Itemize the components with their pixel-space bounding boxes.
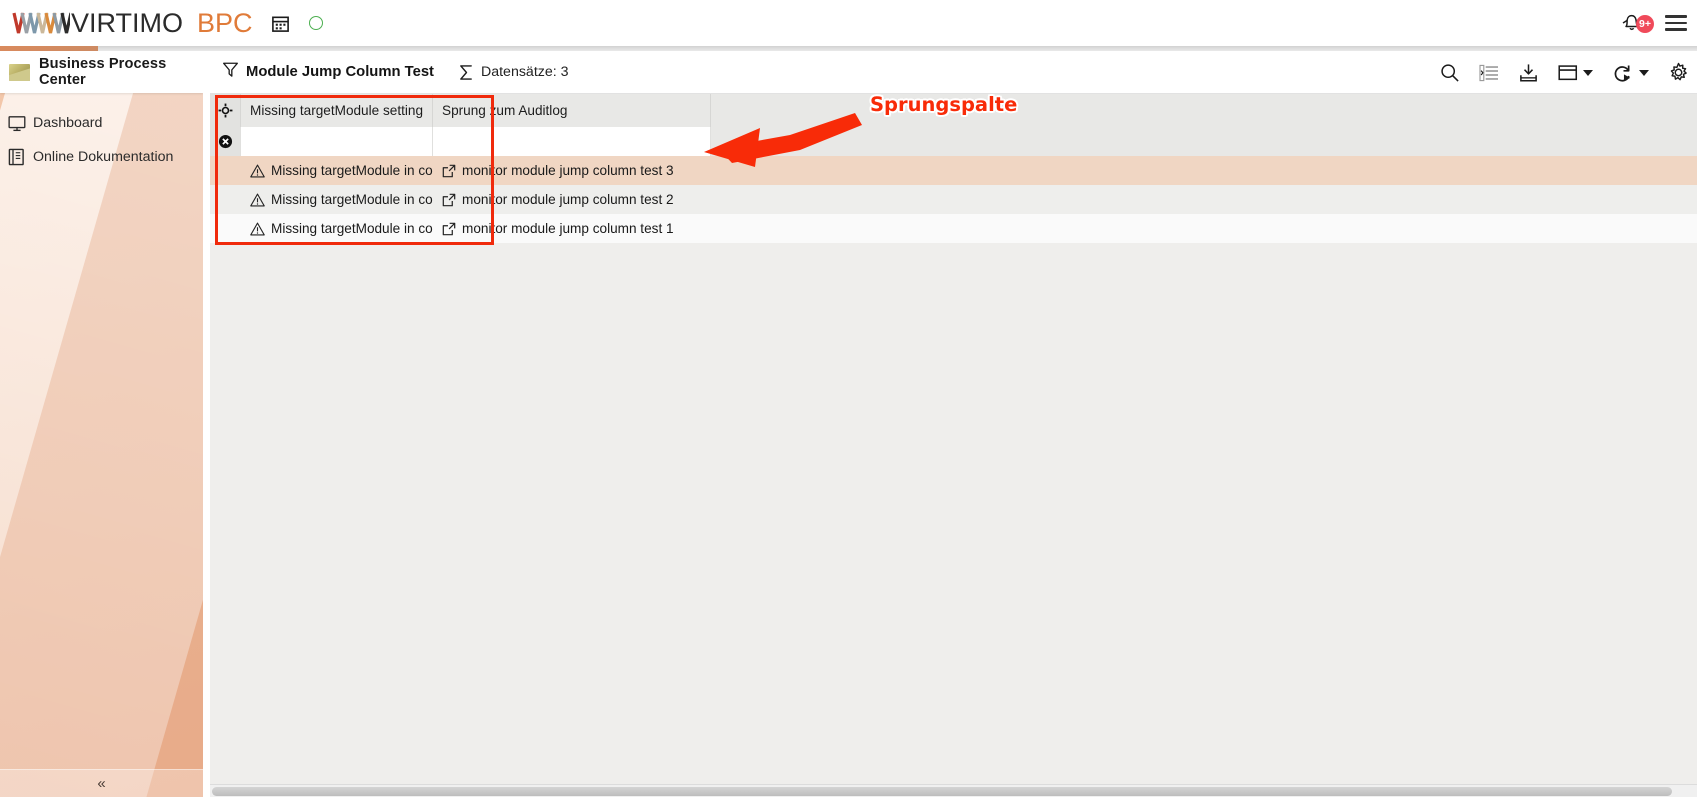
scrollbar-thumb[interactable] bbox=[212, 787, 1672, 796]
data-table: Missing targetModule setting Sprung zum … bbox=[210, 94, 1697, 243]
table-row[interactable]: Missing targetModule in colu monitor mod… bbox=[210, 156, 1697, 185]
sidebar-nav: Dashboard Online Dokumentation bbox=[0, 93, 203, 174]
sigma-icon bbox=[458, 64, 474, 81]
row-selector[interactable] bbox=[210, 185, 241, 214]
sidebar-item-dashboard[interactable]: Dashboard bbox=[0, 106, 203, 140]
book-icon bbox=[8, 148, 33, 166]
column-header-sprung-zum-auditlog[interactable]: Sprung zum Auditlog bbox=[433, 94, 711, 127]
sidebar: Business Process Center Dashboard Online… bbox=[0, 51, 203, 797]
brand-name: VIRTIMO bbox=[71, 7, 184, 38]
cell-text: monitor module jump column test 1 bbox=[462, 221, 674, 236]
chevron-down-icon bbox=[1583, 69, 1593, 76]
filter-icon[interactable] bbox=[222, 61, 239, 83]
external-link-icon bbox=[442, 222, 456, 236]
cell-text: monitor module jump column test 3 bbox=[462, 163, 674, 178]
gear-settings-icon[interactable] bbox=[1668, 62, 1689, 83]
details-list-icon[interactable] bbox=[1479, 64, 1499, 82]
warning-triangle-icon bbox=[250, 222, 265, 236]
cell-text: Missing targetModule in colu bbox=[271, 192, 433, 207]
brand-logo[interactable]: VIRTIMO BPC bbox=[12, 7, 253, 38]
search-icon[interactable] bbox=[1440, 63, 1460, 83]
filter-empty bbox=[711, 127, 1697, 156]
horizontal-scrollbar[interactable] bbox=[210, 784, 1697, 797]
table-row[interactable]: Missing targetModule in colu monitor mod… bbox=[210, 214, 1697, 243]
cell-empty bbox=[711, 156, 1697, 185]
table-header-row: Missing targetModule setting Sprung zum … bbox=[210, 94, 1697, 127]
calendar-icon[interactable] bbox=[271, 14, 290, 33]
content-toolbar bbox=[1440, 51, 1689, 94]
table-row[interactable]: Missing targetModule in colu monitor mod… bbox=[210, 185, 1697, 214]
row-selector[interactable] bbox=[210, 214, 241, 243]
chevron-left-double-icon: « bbox=[97, 775, 106, 792]
cell-missing-targetmodule: Missing targetModule in colu bbox=[241, 185, 433, 214]
hamburger-menu-icon[interactable] bbox=[1665, 15, 1687, 31]
cell-empty bbox=[711, 185, 1697, 214]
cell-empty bbox=[711, 214, 1697, 243]
warning-triangle-icon bbox=[250, 164, 265, 178]
cell-sprung-zum-auditlog[interactable]: monitor module jump column test 3 bbox=[433, 156, 711, 185]
export-download-icon[interactable] bbox=[1518, 63, 1539, 83]
virtimo-mark-icon bbox=[12, 12, 70, 34]
notifications-button[interactable]: 9+ bbox=[1621, 11, 1654, 35]
cell-text: Missing targetModule in colu bbox=[271, 221, 433, 236]
view-title: Module Jump Column Test bbox=[246, 64, 434, 80]
window-view-icon[interactable] bbox=[1558, 64, 1593, 82]
row-selector[interactable] bbox=[210, 156, 241, 185]
brand-product: BPC bbox=[197, 7, 253, 38]
bpc-logo-icon bbox=[9, 63, 30, 81]
application-window: VIRTIMO BPC 9+ Business Process Center D… bbox=[0, 0, 1697, 797]
top-bar: VIRTIMO BPC 9+ bbox=[0, 0, 1697, 46]
cell-missing-targetmodule: Missing targetModule in colu bbox=[241, 214, 433, 243]
page-title: Business Process Center bbox=[39, 56, 167, 88]
sidebar-item-label: Dashboard bbox=[33, 115, 103, 131]
clear-filter-icon[interactable] bbox=[210, 127, 241, 156]
monitor-icon bbox=[8, 115, 33, 132]
cell-sprung-zum-auditlog[interactable]: monitor module jump column test 2 bbox=[433, 185, 711, 214]
sidebar-collapse-button[interactable]: « bbox=[0, 769, 203, 797]
external-link-icon bbox=[442, 193, 456, 207]
sidebar-item-label: Online Dokumentation bbox=[33, 149, 174, 165]
refresh-auto-icon[interactable] bbox=[1612, 63, 1649, 83]
content-header: Module Jump Column Test Datensätze: 3 bbox=[210, 51, 1697, 94]
chevron-down-icon bbox=[1639, 69, 1649, 76]
record-count-label: Datensätze: 3 bbox=[480, 64, 569, 80]
filter-input-sprung-zum-auditlog[interactable] bbox=[433, 127, 711, 156]
column-header-missing-targetmodule[interactable]: Missing targetModule setting bbox=[241, 94, 433, 127]
move-target-icon[interactable] bbox=[210, 94, 241, 127]
warning-triangle-icon bbox=[250, 193, 265, 207]
table-filter-row bbox=[210, 127, 1697, 156]
sidebar-header: Business Process Center bbox=[0, 51, 203, 93]
top-bar-actions: 9+ bbox=[1621, 0, 1687, 46]
filter-input-missing-targetmodule[interactable] bbox=[241, 127, 433, 156]
cell-missing-targetmodule: Missing targetModule in colu bbox=[241, 156, 433, 185]
main-content: Module Jump Column Test Datensätze: 3 Mi… bbox=[210, 51, 1697, 797]
cell-sprung-zum-auditlog[interactable]: monitor module jump column test 1 bbox=[433, 214, 711, 243]
status-circle-icon[interactable] bbox=[308, 16, 323, 30]
column-header-empty bbox=[711, 94, 1697, 127]
notification-count-badge: 9+ bbox=[1636, 15, 1654, 33]
cell-text: monitor module jump column test 2 bbox=[462, 192, 674, 207]
external-link-icon bbox=[442, 164, 456, 178]
cell-text: Missing targetModule in colu bbox=[271, 163, 433, 178]
sidebar-item-online-dokumentation[interactable]: Online Dokumentation bbox=[0, 140, 203, 174]
